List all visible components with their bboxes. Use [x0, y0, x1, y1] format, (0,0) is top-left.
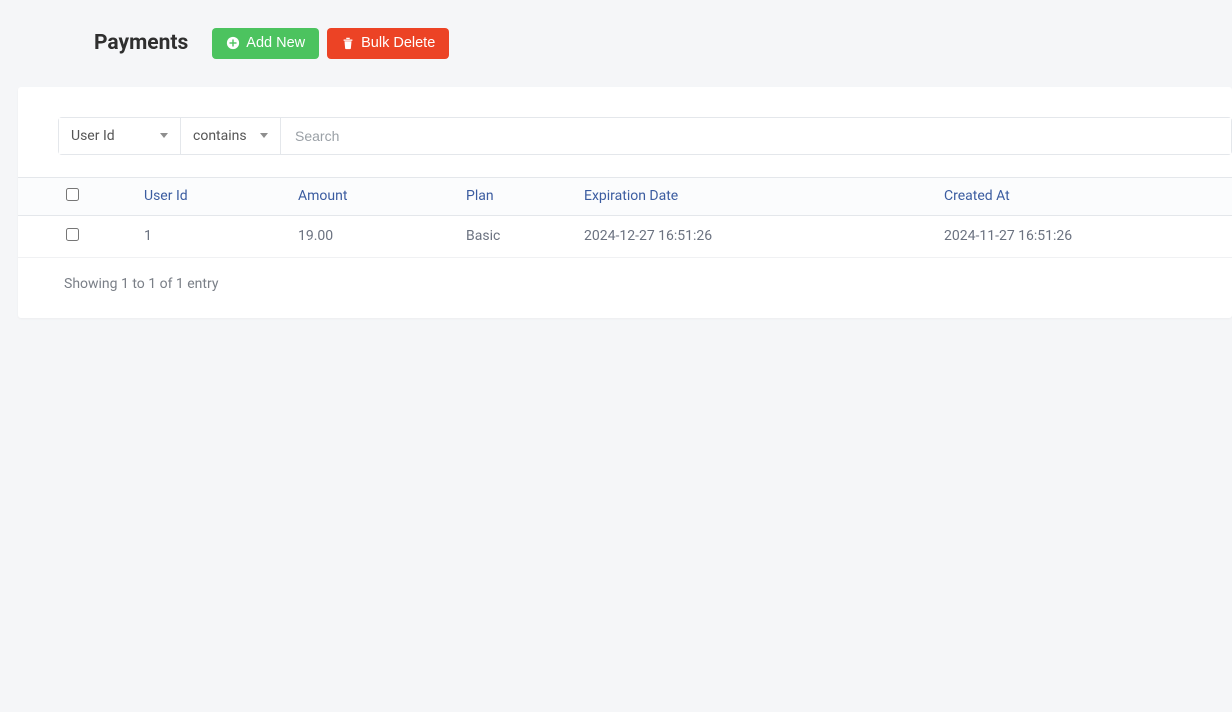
filter-field-select[interactable]: User Id [59, 118, 181, 154]
chevron-down-icon [260, 133, 268, 138]
add-new-label: Add New [246, 36, 305, 51]
plus-circle-icon [226, 36, 240, 50]
cell-expiration: 2024-12-27 16:51:26 [576, 215, 936, 257]
column-expiration[interactable]: Expiration Date [576, 177, 936, 215]
filter-bar: User Id contains [58, 117, 1232, 155]
filter-operator-value: contains [193, 128, 247, 144]
chevron-down-icon [160, 133, 168, 138]
cell-plan: Basic [458, 215, 576, 257]
cell-amount: 19.00 [290, 215, 458, 257]
row-checkbox[interactable] [66, 228, 79, 241]
filter-operator-select[interactable]: contains [181, 118, 281, 154]
column-plan[interactable]: Plan [458, 177, 576, 215]
select-all-header [18, 177, 136, 215]
page-header: Payments Add New Bulk Delete [0, 0, 1232, 87]
column-amount[interactable]: Amount [290, 177, 458, 215]
bulk-delete-button[interactable]: Bulk Delete [327, 28, 449, 59]
page-title: Payments [94, 31, 188, 55]
trash-icon [341, 36, 355, 50]
filter-field-value: User Id [71, 128, 115, 144]
payments-table: User Id Amount Plan Expiration Date Crea… [18, 177, 1232, 258]
column-created[interactable]: Created At [936, 177, 1232, 215]
table-row[interactable]: 1 19.00 Basic 2024-12-27 16:51:26 2024-1… [18, 215, 1232, 257]
cell-created: 2024-11-27 16:51:26 [936, 215, 1232, 257]
table-header-row: User Id Amount Plan Expiration Date Crea… [18, 177, 1232, 215]
add-new-button[interactable]: Add New [212, 28, 319, 59]
row-select-cell [18, 215, 136, 257]
column-user-id[interactable]: User Id [136, 177, 290, 215]
search-input[interactable] [281, 118, 1231, 154]
cell-user-id: 1 [136, 215, 290, 257]
bulk-delete-label: Bulk Delete [361, 36, 435, 51]
table-footer-info: Showing 1 to 1 of 1 entry [18, 258, 1232, 318]
content-card: User Id contains User Id Amount Plan Exp… [18, 87, 1232, 318]
header-actions: Add New Bulk Delete [212, 28, 449, 59]
select-all-checkbox[interactable] [66, 188, 79, 201]
